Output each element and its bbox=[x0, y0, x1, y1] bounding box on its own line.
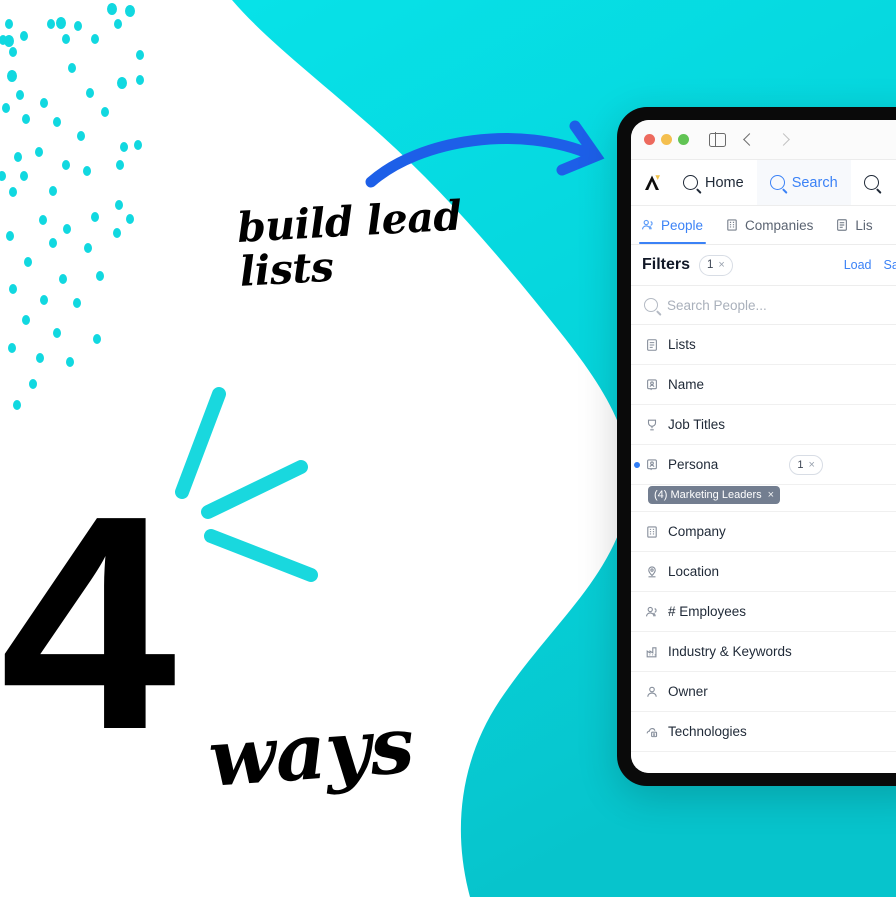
browser-window-frame: Home Search People Companies Lis Filters… bbox=[617, 107, 896, 786]
persona-tag-label: (4) Marketing Leaders bbox=[654, 489, 762, 501]
search-icon bbox=[644, 298, 658, 312]
remove-persona-tag-icon[interactable]: × bbox=[768, 489, 774, 501]
annotation-line-1: build lead bbox=[235, 191, 463, 252]
filter-row-owner[interactable]: Owner bbox=[631, 672, 896, 712]
pin-icon bbox=[644, 564, 659, 579]
chevron-right-icon[interactable] bbox=[777, 133, 790, 146]
award-icon bbox=[644, 417, 659, 432]
tab-lists[interactable]: Lis bbox=[824, 206, 883, 244]
building-icon bbox=[725, 218, 739, 232]
annotation-build-lead-lists: build lead lists bbox=[235, 191, 465, 297]
filter-row-name[interactable]: Name bbox=[631, 365, 896, 405]
persona-selected-values: (4) Marketing Leaders × bbox=[631, 485, 896, 512]
filter-row-company[interactable]: Company bbox=[631, 512, 896, 552]
filters-count-pill[interactable]: 1 × bbox=[699, 254, 733, 276]
annotation-line-2: lists bbox=[238, 242, 335, 297]
filter-row-technologies-label: Technologies bbox=[668, 724, 747, 739]
filter-row-location-label: Location bbox=[668, 564, 720, 579]
tech-icon bbox=[644, 724, 659, 739]
headline-number: 4 bbox=[0, 452, 176, 793]
filters-count-value: 1 bbox=[707, 259, 714, 271]
nav-item-search-label: Search bbox=[791, 174, 838, 191]
clear-persona-icon[interactable]: × bbox=[808, 459, 814, 471]
search-icon bbox=[769, 175, 785, 190]
filter-row-num-employees[interactable]: # Employees bbox=[631, 592, 896, 632]
clear-filters-icon[interactable]: × bbox=[718, 259, 724, 271]
id-badge-icon bbox=[644, 377, 659, 392]
person-icon bbox=[644, 684, 659, 699]
list-icon bbox=[644, 337, 659, 352]
poster-canvas: 4 build lead lists ways Home Search Peop… bbox=[0, 0, 896, 897]
browser-titlebar bbox=[631, 120, 896, 160]
filters-title: Filters bbox=[642, 256, 691, 273]
sparkle-burst bbox=[175, 387, 318, 582]
dot-pattern bbox=[0, 3, 144, 410]
filter-row-location[interactable]: Location bbox=[631, 552, 896, 592]
id-badge-icon bbox=[644, 457, 659, 472]
app-top-nav: Home Search bbox=[631, 160, 896, 206]
filters-panel: Search People... Lists Name Job Titles P… bbox=[631, 285, 896, 773]
filter-row-company-label: Company bbox=[668, 524, 726, 539]
zoom-window-button[interactable] bbox=[678, 134, 689, 145]
persona-tag[interactable]: (4) Marketing Leaders × bbox=[648, 486, 781, 504]
headline-word: ways bbox=[205, 699, 417, 805]
filter-row-job-titles-label: Job Titles bbox=[668, 417, 726, 432]
persona-count-value: 1 bbox=[797, 458, 804, 471]
persona-count-pill[interactable]: 1 × bbox=[789, 454, 823, 475]
people-icon bbox=[641, 218, 655, 232]
people-icon bbox=[644, 604, 659, 619]
filter-row-persona-label: Persona bbox=[668, 457, 719, 472]
filter-row-name-label: Name bbox=[668, 377, 705, 392]
apollo-logo[interactable] bbox=[631, 160, 670, 205]
filter-row-lists[interactable]: Lists bbox=[631, 325, 896, 365]
filter-row-industry-keywords[interactable]: Industry & Keywords bbox=[631, 632, 896, 672]
filter-row-persona[interactable]: Persona 1 × bbox=[631, 445, 896, 485]
filter-row-technologies[interactable]: Technologies bbox=[631, 712, 896, 752]
active-filter-indicator bbox=[634, 461, 640, 468]
nav-item-home-label: Home bbox=[705, 174, 744, 191]
tab-companies[interactable]: Companies bbox=[714, 206, 824, 244]
nav-item-overflow[interactable] bbox=[851, 160, 881, 205]
filter-row-industry-keywords-label: Industry & Keywords bbox=[668, 644, 792, 659]
filter-row-job-titles[interactable]: Job Titles bbox=[631, 405, 896, 445]
tab-companies-label: Companies bbox=[745, 217, 814, 233]
filter-row-lists-label: Lists bbox=[668, 337, 696, 352]
list-icon bbox=[835, 218, 849, 232]
factory-icon bbox=[644, 644, 659, 659]
sidebar-toggle-icon[interactable] bbox=[709, 131, 726, 148]
search-people-input[interactable]: Search People... bbox=[631, 286, 896, 325]
filter-row-owner-label: Owner bbox=[668, 684, 708, 699]
close-window-button[interactable] bbox=[644, 134, 655, 145]
browser-screen: Home Search People Companies Lis Filters… bbox=[631, 120, 896, 773]
tab-lists-label: Lis bbox=[855, 217, 873, 233]
filter-row-num-employees-label: # Employees bbox=[668, 604, 747, 619]
tab-people[interactable]: People bbox=[631, 206, 714, 244]
tab-people-label: People bbox=[661, 217, 704, 233]
minimize-window-button[interactable] bbox=[661, 134, 672, 145]
chevron-left-icon[interactable] bbox=[743, 133, 756, 146]
load-filters-button[interactable]: Load bbox=[844, 258, 872, 272]
entity-tabs: People Companies Lis bbox=[631, 206, 896, 245]
search-icon bbox=[863, 175, 879, 190]
search-icon bbox=[683, 175, 698, 190]
nav-item-home[interactable]: Home bbox=[670, 160, 757, 205]
search-people-placeholder: Search People... bbox=[667, 297, 767, 313]
filters-header: Filters 1 × Load Save bbox=[631, 245, 896, 285]
curved-arrow-right bbox=[365, 120, 605, 188]
nav-item-search[interactable]: Search bbox=[756, 160, 851, 205]
building-icon bbox=[644, 524, 659, 539]
apollo-logo-icon bbox=[645, 174, 660, 190]
save-filters-button[interactable]: Save bbox=[884, 258, 896, 272]
